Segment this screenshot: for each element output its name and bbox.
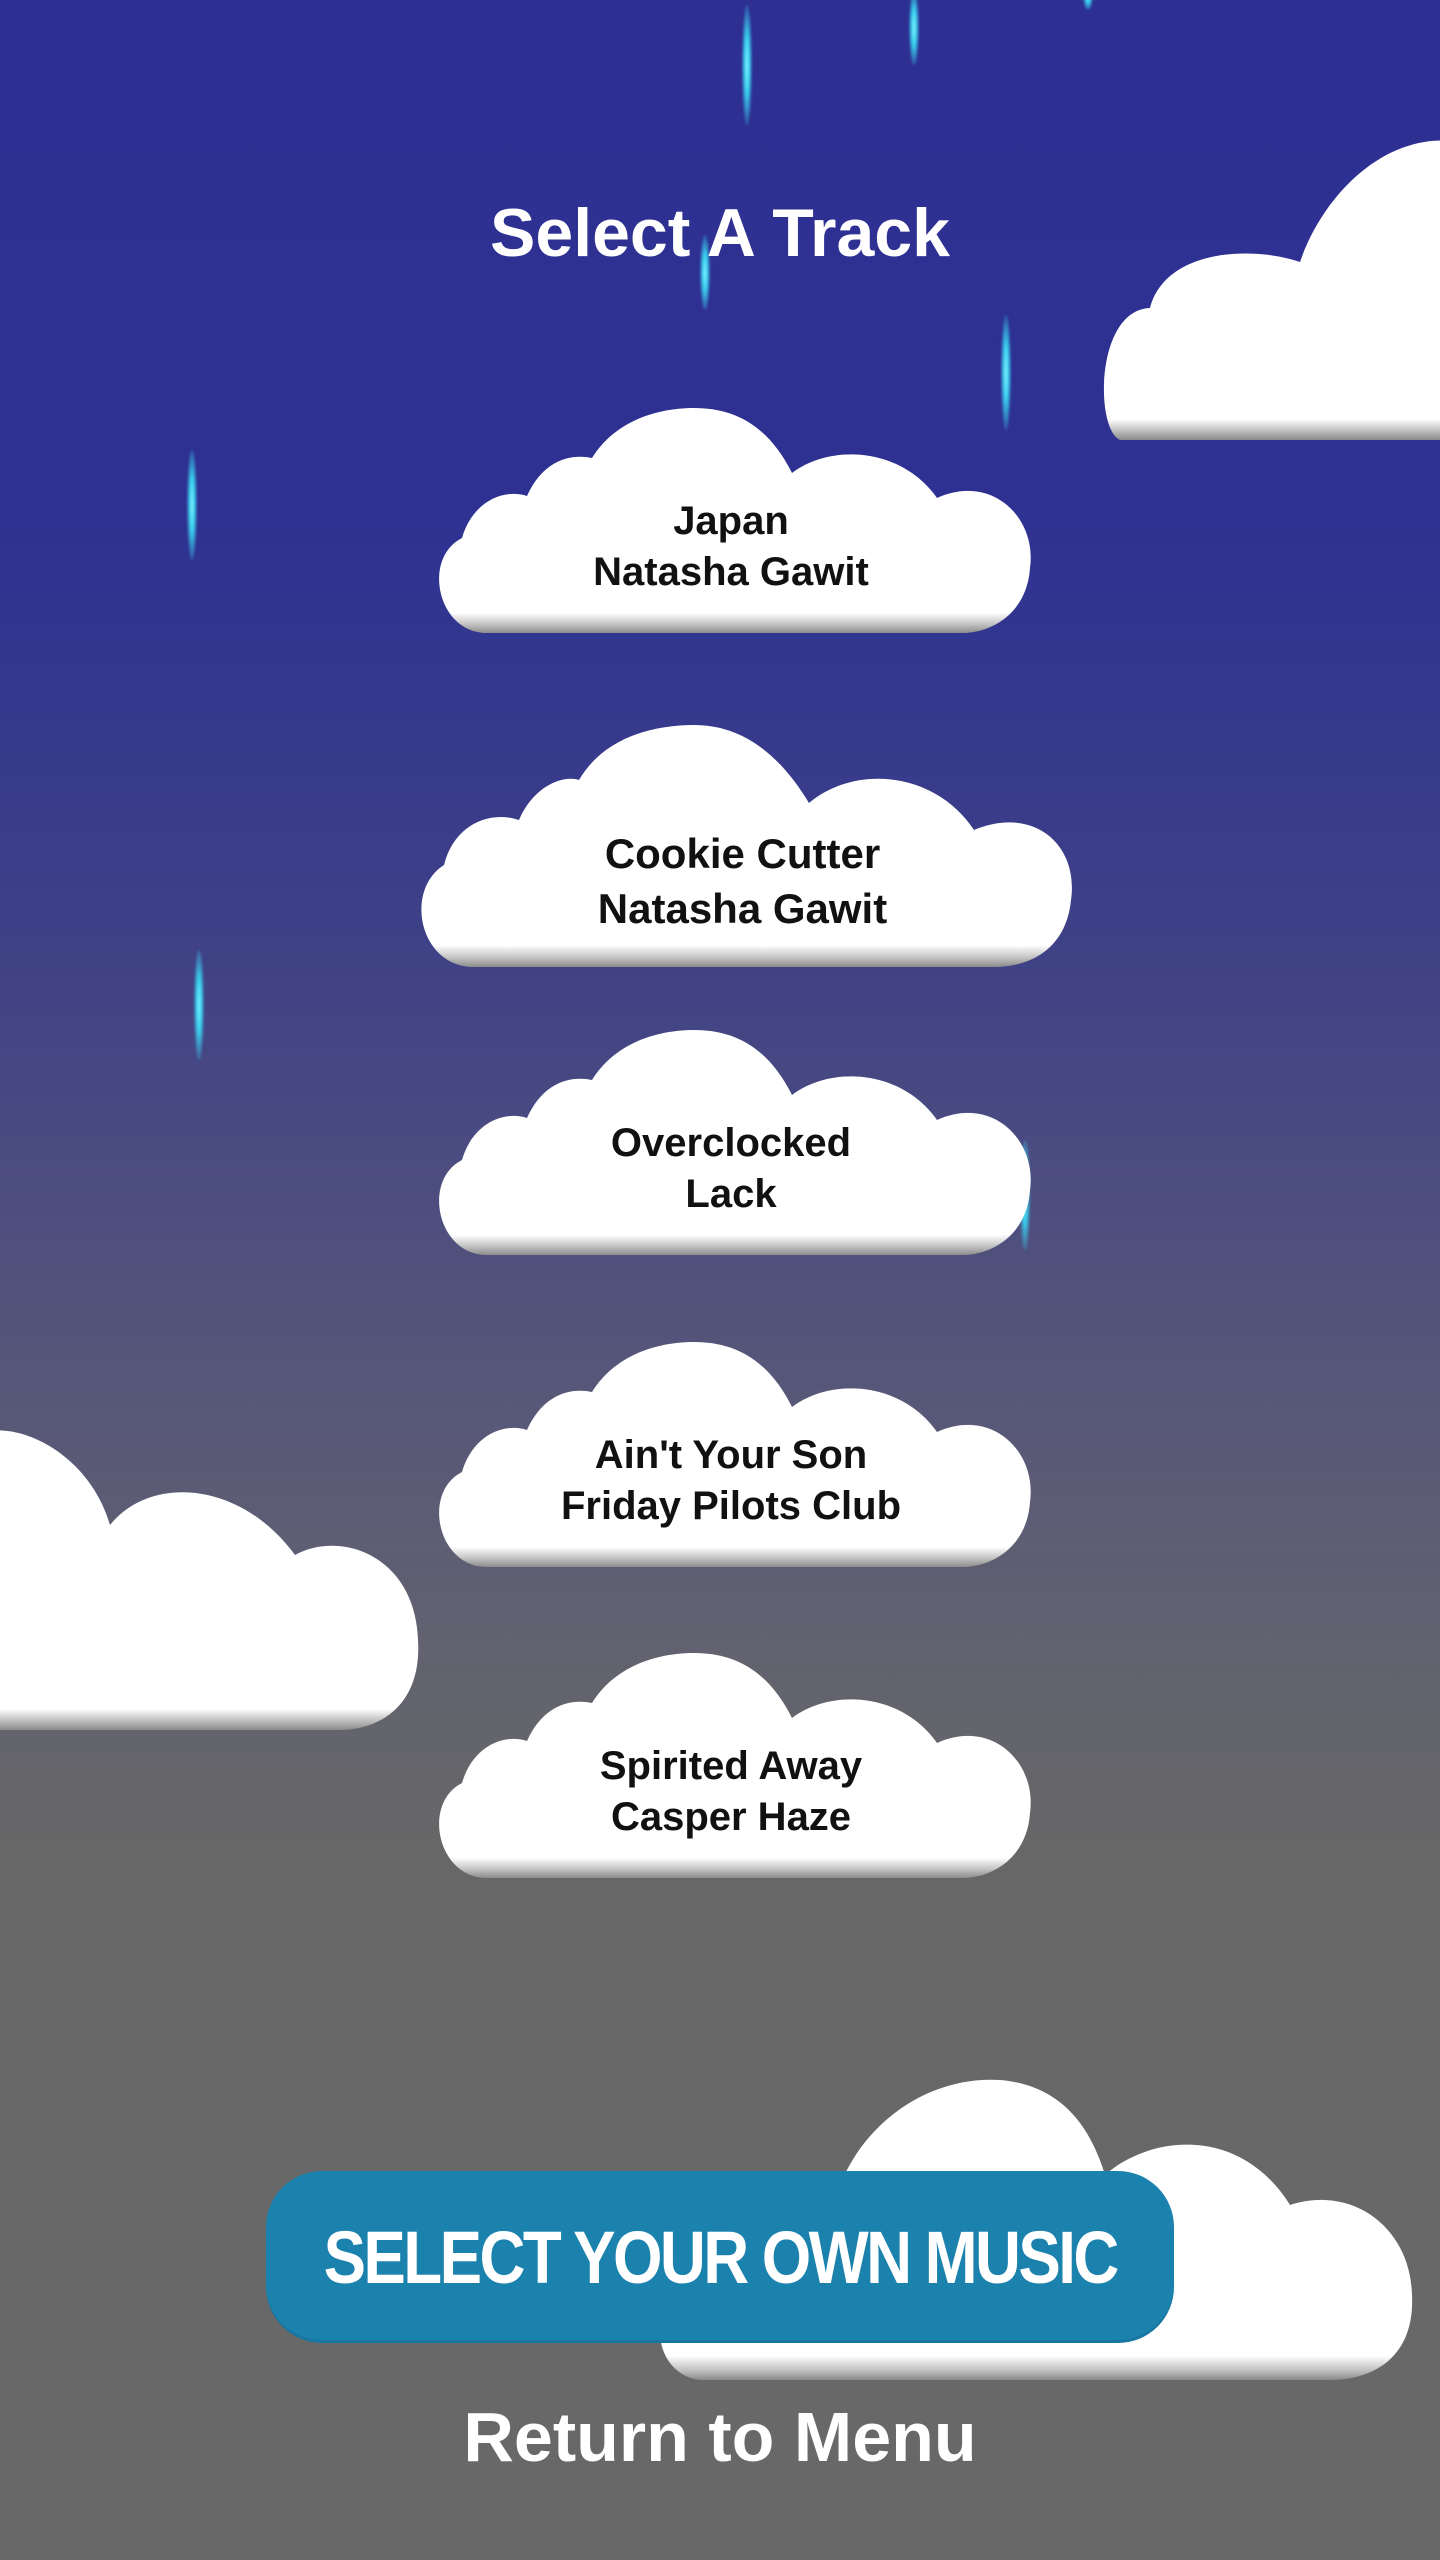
- track-artist: Friday Pilots Club: [560, 1484, 902, 1528]
- track-title: Cookie Cutter: [604, 830, 881, 877]
- track-button-japan[interactable]: Japan Natasha Gawit: [432, 408, 1031, 633]
- return-to-menu-button[interactable]: Return to Menu: [0, 2392, 1440, 2482]
- track-title: Spirited Away: [599, 1744, 863, 1788]
- select-own-music-button[interactable]: SELECT YOUR OWN MUSIC: [266, 2171, 1174, 2343]
- raindrop-icon: [1083, 0, 1093, 10]
- track-title: Overclocked: [610, 1121, 852, 1165]
- track-button-spirited-away[interactable]: Spirited Away Casper Haze: [432, 1653, 1031, 1878]
- track-label: Overclocked Lack: [432, 1118, 1030, 1220]
- track-artist: Lack: [685, 1172, 777, 1216]
- track-title: Ain't Your Son: [594, 1433, 868, 1477]
- raindrop-icon: [742, 5, 752, 125]
- track-label: Cookie Cutter Natasha Gawit: [414, 826, 1071, 936]
- track-label: Japan Natasha Gawit: [432, 496, 1030, 598]
- track-select-screen: Select A Track Japan Natasha Gawit Cooki…: [0, 0, 1440, 2560]
- track-artist: Natasha Gawit: [593, 550, 869, 594]
- cloud-icon: [1100, 130, 1440, 440]
- track-label: Ain't Your Son Friday Pilots Club: [432, 1430, 1030, 1532]
- track-button-aint-your-son[interactable]: Ain't Your Son Friday Pilots Club: [432, 1342, 1031, 1567]
- track-title: Japan: [673, 499, 789, 543]
- track-artist: Natasha Gawit: [597, 885, 888, 932]
- select-own-music-label: SELECT YOUR OWN MUSIC: [323, 2215, 1119, 2299]
- raindrop-icon: [187, 450, 197, 560]
- track-button-overclocked[interactable]: Overclocked Lack: [432, 1030, 1031, 1255]
- raindrop-icon: [909, 0, 919, 65]
- page-title: Select A Track: [490, 195, 950, 271]
- track-button-cookie-cutter[interactable]: Cookie Cutter Natasha Gawit: [414, 725, 1072, 967]
- track-label: Spirited Away Casper Haze: [432, 1741, 1030, 1843]
- raindrop-icon: [194, 950, 204, 1060]
- track-artist: Casper Haze: [610, 1795, 852, 1839]
- cloud-icon: [0, 1425, 420, 1730]
